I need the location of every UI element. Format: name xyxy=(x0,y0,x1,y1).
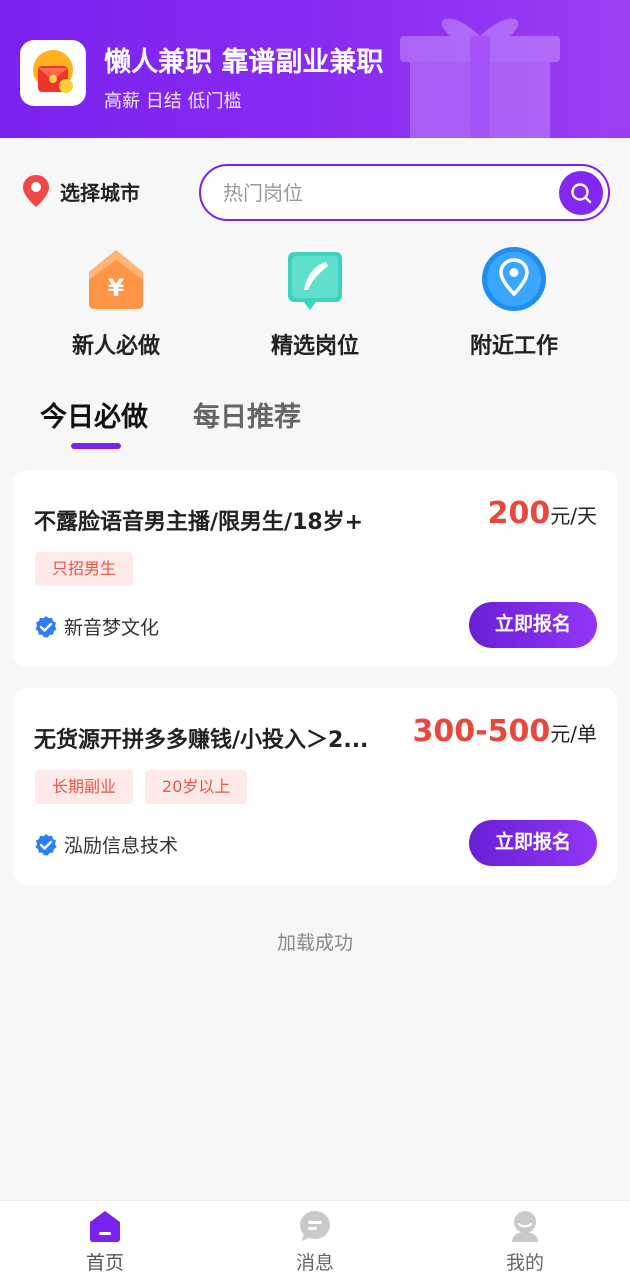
company-name: 泓励信息技术 xyxy=(64,835,179,857)
nav-label: 消息 xyxy=(295,1252,334,1274)
job-card[interactable]: 无货源开拼多多赚钱/小投入＞2... 300-500元/单 长期副业 20岁以上… xyxy=(13,688,617,885)
quick-entry-label: 附近工作 xyxy=(469,334,558,359)
red-envelope-icon xyxy=(33,50,73,93)
salary-unit: 元/单 xyxy=(550,722,597,746)
apply-button[interactable]: 立即报名 xyxy=(469,602,597,648)
active-tab-indicator xyxy=(71,443,121,449)
quick-entry-newbie[interactable]: ¥ 新人必做 xyxy=(36,246,196,360)
gift-box-icon xyxy=(400,18,560,138)
banner-subtitle: 高薪 日结 低门槛 xyxy=(104,91,242,112)
nav-label: 我的 xyxy=(505,1252,544,1274)
nav-item-messages[interactable]: 消息 xyxy=(210,1201,420,1280)
verified-badge-icon xyxy=(35,833,57,856)
job-tag: 长期副业 xyxy=(35,770,134,804)
message-icon xyxy=(300,1211,330,1241)
company-name: 新音梦文化 xyxy=(64,617,160,639)
location-pin-icon xyxy=(482,247,546,311)
city-selector[interactable]: 选择城市 xyxy=(22,174,140,208)
job-tags: 长期副业 20岁以上 xyxy=(35,770,259,804)
job-title: 不露脸语音男主播/限男生/18岁+ xyxy=(34,510,364,535)
apply-button[interactable]: 立即报名 xyxy=(469,820,597,866)
search-button[interactable] xyxy=(559,171,603,215)
svg-text:¥: ¥ xyxy=(108,274,125,302)
quick-entry-label: 精选岗位 xyxy=(270,334,359,359)
salary-amount: 200 xyxy=(487,496,551,531)
app-logo xyxy=(20,40,86,106)
job-tags: 只招男生 xyxy=(35,552,145,586)
quick-entry-nearby[interactable]: 附近工作 xyxy=(434,246,594,360)
quick-entry-label: 新人必做 xyxy=(71,334,160,359)
nav-label: 首页 xyxy=(85,1252,124,1274)
search-input[interactable] xyxy=(223,178,543,208)
load-status-text: 加载成功 xyxy=(276,932,353,954)
tab-daily-recommend[interactable]: 每日推荐 xyxy=(193,395,301,434)
search-icon xyxy=(571,183,592,204)
profile-icon xyxy=(512,1211,538,1242)
quick-entry-featured[interactable]: 精选岗位 xyxy=(235,246,395,360)
promo-banner[interactable]: 懒人兼职 靠谱副业兼职 高薪 日结 低门槛 xyxy=(0,0,630,138)
job-card[interactable]: 不露脸语音男主播/限男生/18岁+ 200元/天 只招男生 新音梦文化 立即报名 xyxy=(13,470,617,667)
location-pin-icon xyxy=(23,175,49,207)
job-tag: 只招男生 xyxy=(35,552,134,586)
company-info: 泓励信息技术 xyxy=(34,831,178,858)
salary-unit: 元/天 xyxy=(550,504,597,528)
job-salary: 300-500元/单 xyxy=(413,714,597,749)
city-selector-label: 选择城市 xyxy=(60,180,140,205)
job-tag: 20岁以上 xyxy=(145,770,248,804)
bottom-nav: 首页 消息 我的 xyxy=(0,1200,630,1280)
salary-amount: 300-500 xyxy=(412,714,551,749)
yen-house-icon: ¥ xyxy=(89,250,143,309)
job-title: 无货源开拼多多赚钱/小投入＞2... xyxy=(34,728,369,753)
nav-item-home[interactable]: 首页 xyxy=(0,1201,210,1280)
nav-item-profile[interactable]: 我的 xyxy=(420,1201,630,1280)
verified-badge-icon xyxy=(35,615,57,638)
job-salary: 200元/天 xyxy=(488,496,597,531)
home-icon xyxy=(90,1211,120,1242)
company-info: 新音梦文化 xyxy=(34,613,159,640)
search-bar[interactable] xyxy=(199,164,610,221)
feather-book-icon xyxy=(288,252,342,310)
banner-title: 懒人兼职 靠谱副业兼职 xyxy=(104,47,384,78)
tab-today-must-do[interactable]: 今日必做 xyxy=(40,395,148,434)
